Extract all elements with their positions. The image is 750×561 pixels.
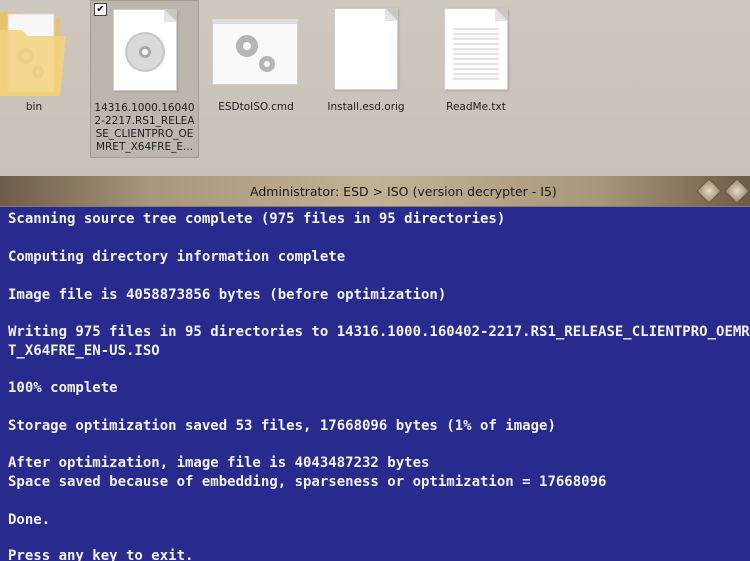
console-line: T_X64FRE_EN-US.ISO <box>8 343 160 359</box>
disc-image-icon <box>113 9 177 91</box>
console-line: Storage optimization saved 53 files, 176… <box>8 418 556 434</box>
file-name: 14316.1000.160402-2217.RS1_RELEASE_CLIEN… <box>94 102 195 153</box>
file-name: bin <box>25 101 43 113</box>
file-name: ReadMe.txt <box>446 101 506 113</box>
file-name: ESDtoISO.cmd <box>218 101 294 113</box>
file-item-bin[interactable]: bin <box>0 0 68 158</box>
text-file-icon <box>444 8 508 90</box>
maximize-button[interactable] <box>724 178 750 204</box>
console-line: Done. <box>8 512 51 528</box>
file-item-cmd[interactable]: ESDtoISO.cmd <box>210 0 302 158</box>
file-item-iso[interactable]: ✔ 14316.1000.160402-2217.RS1_RELEASE_CLI… <box>90 0 199 158</box>
file-item-readme[interactable]: ReadMe.txt <box>430 0 522 158</box>
minimize-button[interactable] <box>696 178 722 204</box>
cmd-script-icon <box>212 19 298 85</box>
selection-checkbox[interactable]: ✔ <box>94 3 107 16</box>
file-explorer-pane: bin ✔ 14316.1000.160402-2217.RS1_RELEASE… <box>0 0 750 176</box>
file-name: Install.esd.orig <box>327 101 405 113</box>
console-output[interactable]: Scanning source tree complete (975 files… <box>0 207 750 561</box>
console-window: Administrator: ESD > ISO (version decryp… <box>0 176 750 561</box>
window-title: Administrator: ESD > ISO (version decryp… <box>250 184 557 199</box>
console-line: Image file is 4058873856 bytes (before o… <box>8 287 447 303</box>
folder-icon <box>0 12 66 96</box>
file-item-esd[interactable]: Install.esd.orig <box>320 0 412 158</box>
console-line: 100% complete <box>8 380 118 396</box>
title-bar[interactable]: Administrator: ESD > ISO (version decryp… <box>0 176 750 206</box>
console-line: After optimization, image file is 404348… <box>8 455 430 471</box>
console-line: Computing directory information complete <box>8 249 346 265</box>
console-line: Scanning source tree complete (975 files… <box>8 211 506 227</box>
console-line: Writing 975 files in 95 directories to 1… <box>8 324 750 340</box>
console-line: Press any key to exit. <box>8 548 194 561</box>
console-line: Space saved because of embedding, sparse… <box>8 474 607 490</box>
blank-file-icon <box>334 8 398 90</box>
